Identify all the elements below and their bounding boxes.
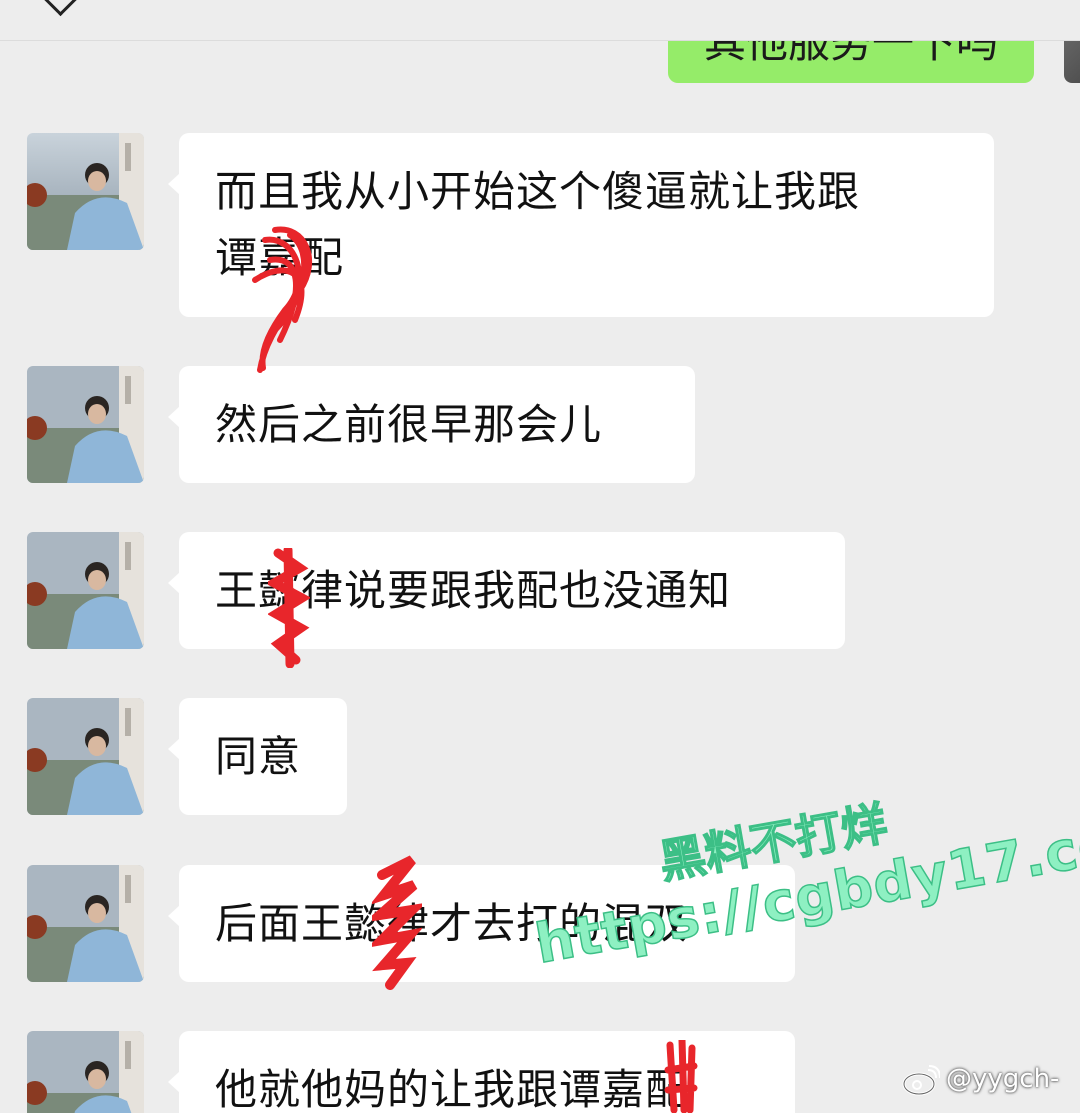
message-bubble[interactable]: 王懿律说要跟我配也没通知: [168, 532, 845, 649]
message-bubble[interactable]: 然后之前很早那会儿: [168, 366, 695, 483]
message-text: 其他服务一下吗: [704, 41, 999, 67]
message-line: 王懿律说要跟我配也没通知: [215, 566, 732, 615]
weibo-handle: @yygch-: [946, 1064, 1060, 1094]
message-text: 王懿律说要跟我配也没通知: [215, 558, 731, 624]
message-text: 而且我从小开始这个傻逼就让我跟 谭嘉配: [215, 159, 860, 291]
message-line: 他就他妈的让我跟谭嘉配: [215, 1065, 689, 1113]
message-bubble[interactable]: 而且我从小开始这个傻逼就让我跟 谭嘉配: [168, 133, 994, 317]
avatar-photo: [27, 865, 144, 982]
avatar[interactable]: [27, 133, 144, 250]
message-text: 然后之前很早那会儿: [215, 392, 602, 458]
avatar[interactable]: [27, 532, 144, 649]
chat-message-list[interactable]: 其他服务一下吗 而且我从小开始这个傻逼就让我跟 谭嘉配 然后之前很早那会儿 王懿…: [0, 41, 1080, 1113]
avatar-photo: [27, 1031, 144, 1113]
message-line: 同意: [215, 732, 302, 781]
message-text: 后面王懿律才去打的混双: [215, 891, 688, 957]
message-bubble[interactable]: 同意: [168, 698, 347, 815]
avatar[interactable]: [27, 865, 144, 982]
weibo-logo-icon: [902, 1065, 940, 1096]
avatar[interactable]: [27, 698, 144, 815]
message-text: 他就他妈的让我跟谭嘉配: [215, 1057, 688, 1113]
message-bubble-self[interactable]: 其他服务一下吗: [668, 41, 1034, 83]
avatar-photo: [27, 133, 144, 250]
avatar[interactable]: [27, 1031, 144, 1113]
message-bubble[interactable]: 他就他妈的让我跟谭嘉配: [168, 1031, 795, 1113]
message-row-self: 其他服务一下吗: [0, 41, 1080, 85]
message-line: 谭嘉配: [215, 233, 345, 282]
message-bubble[interactable]: 后面王懿律才去打的混双: [168, 865, 795, 982]
avatar-photo: [27, 366, 144, 483]
weibo-watermark: @yygch-: [902, 1062, 1072, 1102]
avatar[interactable]: [27, 366, 144, 483]
avatar-photo: [27, 698, 144, 815]
message-line: 而且我从小开始这个傻逼就让我跟: [215, 167, 861, 216]
avatar-photo: [27, 532, 144, 649]
message-text: 同意: [215, 724, 301, 790]
message-line: 后面王懿律才去打的混双: [215, 899, 689, 948]
chat-header: [0, 0, 1080, 41]
back-arrow-icon[interactable]: [42, 0, 79, 17]
message-line: 然后之前很早那会儿: [215, 400, 603, 449]
avatar-self[interactable]: [1064, 41, 1080, 83]
